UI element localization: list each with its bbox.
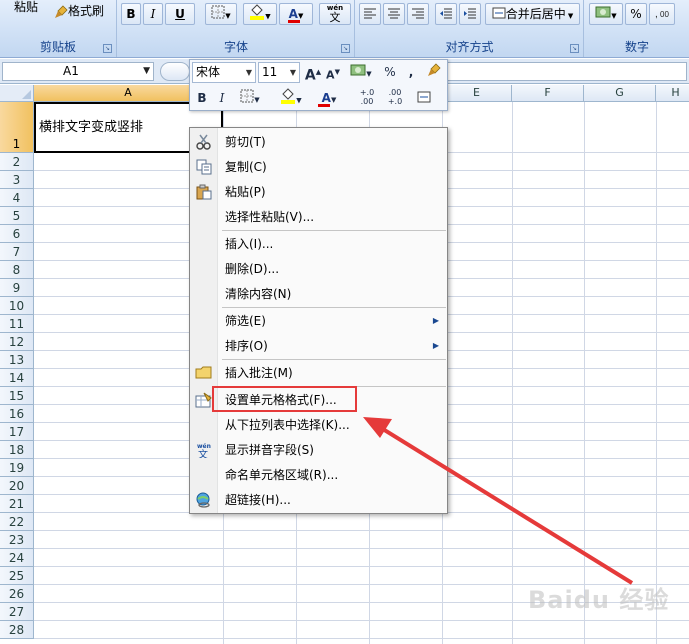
- watermark: Baidu 经验: [528, 586, 670, 614]
- annotation-arrow: [363, 417, 634, 585]
- excel-window: 粘贴 格式刷 剪贴板 ↘ B I U ▼ ▼ A ▼ wén 文 字体 ↘ 合并…: [0, 0, 689, 644]
